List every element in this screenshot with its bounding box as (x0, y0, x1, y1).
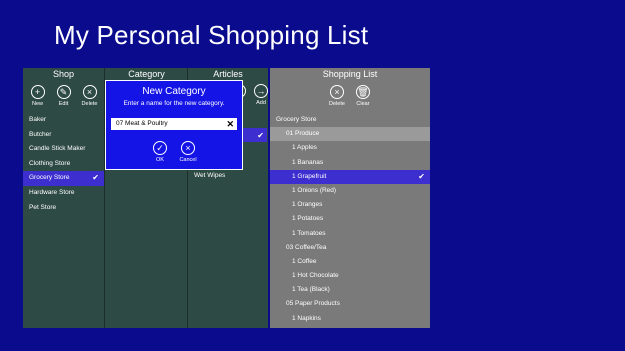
cancel-label: Cancel (179, 157, 197, 163)
checkmark-icon: ✓ (153, 141, 167, 155)
shop-item-grocery-store[interactable]: Grocery Store ✔ (23, 171, 104, 186)
list-item[interactable]: 1 Potatoes (270, 212, 430, 226)
category-name-value: 07 Meat & Poultry (116, 120, 168, 127)
shop-list: Baker Butcher Candle Stick Maker Clothin… (23, 113, 104, 215)
plus-icon: + (30, 85, 45, 99)
delete-shop-button[interactable]: × Delete (80, 85, 100, 107)
list-item[interactable]: 1 Oranges (270, 198, 430, 212)
category-name-input[interactable]: 07 Meat & Poultry ✕ (111, 118, 237, 130)
list-store-row[interactable]: Grocery Store (270, 113, 430, 127)
shop-item-baker[interactable]: Baker (23, 113, 104, 128)
delete-label: Delete (329, 101, 345, 107)
list-item[interactable]: 1 Hot Chocolate (270, 269, 430, 283)
clear-list-button[interactable]: 🗑 Clear (353, 85, 373, 107)
shopping-list-header: Shopping List (322, 69, 378, 79)
checkmark-icon: ✔ (418, 171, 425, 181)
shop-item-pet-store[interactable]: Pet Store (23, 201, 104, 216)
cancel-button[interactable]: × Cancel (178, 141, 198, 163)
list-item-selected[interactable]: 1 Grapefruit ✔ (270, 169, 430, 184)
shop-item-clothing-store[interactable]: Clothing Store (23, 157, 104, 172)
shop-panel: Shop + New ✎ Edit × Delete Baker Butcher… (23, 68, 104, 328)
close-icon: × (82, 85, 97, 99)
trash-icon: 🗑 (356, 85, 370, 99)
dialog-prompt: Enter a name for the new category. (123, 100, 225, 107)
shopping-list: Grocery Store 01 Produce 1 Apples 1 Bana… (270, 113, 430, 326)
list-item[interactable]: 1 Napkins (270, 312, 430, 326)
shop-item-label: Grocery Store (29, 174, 70, 182)
list-category-row[interactable]: 05 Paper Products (270, 297, 430, 311)
app-title: My Personal Shopping List (54, 20, 369, 50)
list-item[interactable]: 1 Coffee (270, 255, 430, 269)
edit-shop-button[interactable]: ✎ Edit (54, 85, 74, 107)
close-icon: × (330, 85, 344, 99)
list-category-row[interactable]: 03 Coffee/Tea (270, 241, 430, 255)
checkmark-icon: ✔ (257, 131, 264, 140)
new-category-dialog: New Category Enter a name for the new ca… (105, 80, 243, 170)
article-selected-row[interactable]: ✔ (243, 128, 267, 142)
shop-item-hardware-store[interactable]: Hardware Store (23, 186, 104, 201)
delete-label: Delete (81, 101, 98, 107)
clear-label: Clear (356, 101, 370, 107)
add-label: Add (256, 100, 266, 106)
dialog-title: New Category (142, 86, 206, 97)
checkmark-icon: ✔ (92, 173, 99, 183)
list-item[interactable]: 1 Onions (Red) (270, 184, 430, 198)
pencil-icon: ✎ (56, 85, 71, 99)
clear-input-icon[interactable]: ✕ (226, 118, 234, 130)
list-item-label: 1 Grapefruit (292, 172, 327, 180)
add-article-button[interactable]: → Add (251, 84, 271, 106)
shop-item-candle-stick-maker[interactable]: Candle Stick Maker (23, 142, 104, 157)
list-category-row[interactable]: 01 Produce (270, 127, 430, 142)
shopping-list-panel: Shopping List × Delete 🗑 Clear Grocery S… (270, 68, 430, 328)
arrow-right-icon: → (254, 84, 268, 98)
new-shop-button[interactable]: + New (28, 85, 48, 107)
edit-label: Edit (58, 101, 69, 107)
list-item[interactable]: 1 Tea (Black) (270, 283, 430, 297)
list-item[interactable]: 1 Bananas (270, 156, 430, 170)
shop-header: Shop (52, 69, 75, 79)
list-item[interactable]: 1 Tomatoes (270, 227, 430, 241)
shop-item-butcher[interactable]: Butcher (23, 128, 104, 143)
new-label: New (31, 101, 43, 107)
close-icon: × (181, 141, 195, 155)
list-item[interactable]: 1 Apples (270, 141, 430, 155)
delete-list-item-button[interactable]: × Delete (327, 85, 347, 107)
ok-button[interactable]: ✓ OK (150, 141, 170, 163)
article-item-wet-wipes[interactable]: Wet Wipes (194, 172, 225, 179)
ok-label: OK (156, 157, 164, 163)
